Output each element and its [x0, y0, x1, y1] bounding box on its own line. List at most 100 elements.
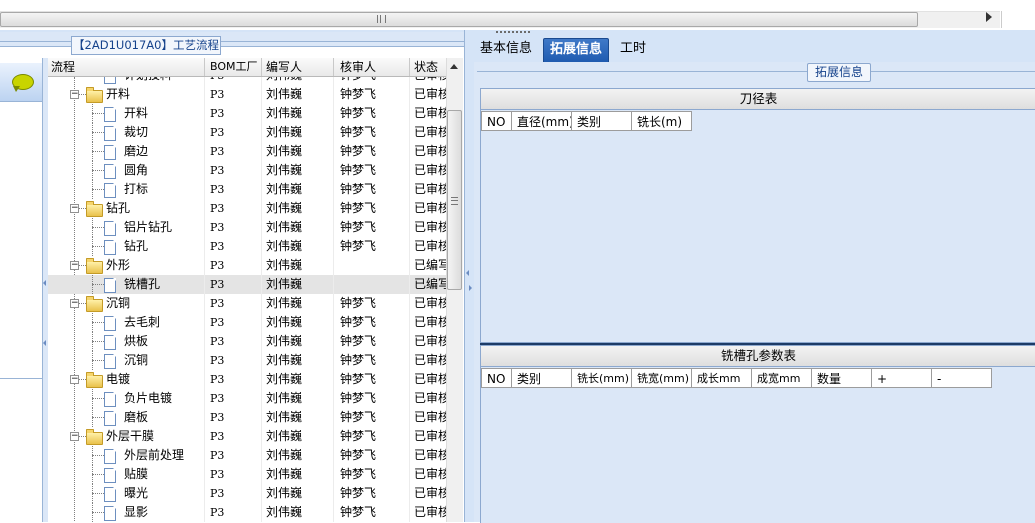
collapse-icon[interactable]: − — [70, 204, 79, 213]
table-row[interactable]: 贴膜 P3 刘伟巍 钟梦飞 已审核 — [48, 465, 446, 484]
col-diameter[interactable]: 直径(mm) — [512, 111, 572, 131]
tab-work-hours[interactable]: 工时 — [614, 38, 652, 62]
tree-connector-line — [92, 455, 104, 456]
tab-extended-info[interactable]: 拓展信息 — [543, 38, 610, 62]
col-category[interactable]: 类别 — [512, 368, 572, 388]
slot-table-header: NO 类别 铣长(mm) 铣宽(mm) 成长mm 成宽mm 数量 + - — [481, 368, 992, 388]
column-header-status[interactable]: 状态 — [410, 58, 446, 76]
tool-table-caption: 刀径表 — [481, 89, 1035, 110]
bom-cell: P3 — [205, 484, 262, 503]
tree-folder-row[interactable]: − 电镀 P3 刘伟巍 钟梦飞 已审核 — [48, 370, 446, 389]
document-icon — [104, 221, 116, 236]
collapse-icon[interactable]: − — [70, 375, 79, 384]
tree-label: 曝光 — [124, 486, 149, 500]
folder-icon — [86, 372, 103, 388]
checker-cell: 钟梦飞 — [334, 161, 410, 180]
col-finished-width[interactable]: 成宽mm — [752, 368, 812, 388]
writer-cell: 刘伟巍 — [262, 275, 334, 294]
tree-cell: − 外层干膜 — [48, 427, 205, 446]
collapse-icon[interactable]: − — [70, 432, 79, 441]
group-border — [477, 71, 1035, 72]
writer-cell: 刘伟巍 — [262, 313, 334, 332]
column-header-bom-factory[interactable]: BOM工厂 — [205, 58, 262, 76]
col-no[interactable]: NO — [481, 368, 512, 388]
bom-cell: P3 — [205, 104, 262, 123]
tree-folder-row[interactable]: − 钻孔 P3 刘伟巍 钟梦飞 已审核 — [48, 199, 446, 218]
remove-button[interactable]: - — [932, 368, 992, 388]
bom-cell: P3 — [205, 446, 262, 465]
collapse-icon[interactable]: − — [70, 299, 79, 308]
column-header-checker[interactable]: 核审人 — [334, 58, 410, 76]
table-row[interactable]: 裁切 P3 刘伟巍 钟梦飞 已审核 — [48, 123, 446, 142]
table-row[interactable]: 曝光 P3 刘伟巍 钟梦飞 已审核 — [48, 484, 446, 503]
checker-cell: 钟梦飞 — [334, 484, 410, 503]
checker-cell: 钟梦飞 — [334, 237, 410, 256]
table-row[interactable]: 沉铜 P3 刘伟巍 钟梦飞 已审核 — [48, 351, 446, 370]
tree-cell: 沉铜 — [48, 351, 205, 370]
splitter-left-arrow-icon[interactable] — [466, 270, 469, 276]
col-category[interactable]: 类别 — [572, 111, 632, 131]
table-row[interactable]: 负片电镀 P3 刘伟巍 钟梦飞 已审核 — [48, 389, 446, 408]
table-row[interactable]: 圆角 P3 刘伟巍 钟梦飞 已审核 — [48, 161, 446, 180]
col-finished-length[interactable]: 成长mm — [692, 368, 752, 388]
table-row[interactable]: 去毛刺 P3 刘伟巍 钟梦飞 已审核 — [48, 313, 446, 332]
status-cell: 已审核 — [410, 77, 446, 85]
add-button[interactable]: + — [872, 368, 932, 388]
status-cell: 已审核 — [414, 315, 446, 329]
col-quantity[interactable]: 数量 — [812, 368, 872, 388]
tree-label: 开料 — [124, 106, 149, 120]
bom-cell: P3 — [205, 408, 262, 427]
collapse-left-arrow-icon-2[interactable] — [43, 340, 46, 346]
table-row-partial[interactable]: 计划投料 P3 刘伟巍 钟梦飞 已审核 — [48, 77, 446, 85]
table-row[interactable]: 磨板 P3 刘伟巍 钟梦飞 已审核 — [48, 408, 446, 427]
folder-icon — [86, 429, 103, 445]
col-mill-length[interactable]: 铣长(m) — [632, 111, 692, 131]
col-no[interactable]: NO — [481, 111, 512, 131]
collapse-icon[interactable]: − — [70, 90, 79, 99]
table-row[interactable]: 显影 P3 刘伟巍 钟梦飞 已审核 — [48, 503, 446, 522]
bom-cell: P3 — [205, 294, 262, 313]
table-row[interactable]: 磨边 P3 刘伟巍 钟梦飞 已审核 — [48, 142, 446, 161]
bom-cell: P3 — [205, 256, 262, 275]
splitter-right-arrow-icon[interactable] — [469, 285, 472, 291]
checker-cell: 钟梦飞 — [334, 77, 410, 85]
column-header-writer[interactable]: 编写人 — [262, 58, 334, 76]
tree-folder-row[interactable]: − 开料 P3 刘伟巍 钟梦飞 已审核 — [48, 85, 446, 104]
table-row[interactable]: 钻孔 P3 刘伟巍 钟梦飞 已审核 — [48, 237, 446, 256]
slot-param-table: 铣槽孔参数表 NO 类别 铣长(mm) 铣宽(mm) 成长mm 成宽mm 数量 … — [480, 345, 1035, 523]
table-row[interactable]: 铝片钻孔 P3 刘伟巍 钟梦飞 已审核 — [48, 218, 446, 237]
document-icon — [104, 506, 116, 521]
tree-label: 负片电镀 — [124, 391, 173, 405]
document-icon — [104, 354, 116, 369]
tree-folder-row[interactable]: − 外层干膜 P3 刘伟巍 钟梦飞 已审核 — [48, 427, 446, 446]
tree-label: 外层前处理 — [124, 448, 185, 462]
tree-label: 开料 — [106, 87, 131, 101]
tree-connector-line — [92, 493, 104, 494]
tree-connector-line — [92, 132, 104, 133]
folder-icon — [86, 87, 103, 103]
tree-folder-row[interactable]: − 沉铜 P3 刘伟巍 钟梦飞 已审核 — [48, 294, 446, 313]
document-icon — [104, 468, 116, 483]
table-row[interactable]: 烘板 P3 刘伟巍 钟梦飞 已审核 — [48, 332, 446, 351]
col-mill-width[interactable]: 铣宽(mm) — [632, 368, 692, 388]
column-header-flow[interactable]: 流程 — [48, 58, 205, 76]
document-icon — [104, 164, 116, 179]
scroll-up-arrow-icon[interactable] — [450, 64, 458, 69]
collapse-icon[interactable]: − — [70, 261, 79, 270]
col-mill-length[interactable]: 铣长(mm) — [572, 368, 632, 388]
table-row[interactable]: 铣槽孔 P3 刘伟巍 已编写 — [48, 275, 446, 294]
drag-grip-icon[interactable] — [496, 31, 530, 36]
document-icon — [104, 316, 116, 331]
table-row[interactable]: 打标 P3 刘伟巍 钟梦飞 已审核 — [48, 180, 446, 199]
table-row[interactable]: 外层前处理 P3 刘伟巍 钟梦飞 已审核 — [48, 446, 446, 465]
horizontal-scrollbar-thumb[interactable] — [0, 12, 918, 27]
tree-folder-row[interactable]: − 外形 P3 刘伟巍 已编写 — [48, 256, 446, 275]
table-row[interactable]: 开料 P3 刘伟巍 钟梦飞 已审核 — [48, 104, 446, 123]
tab-basic-info[interactable]: 基本信息 — [474, 38, 538, 62]
tree-cell: 外层前处理 — [48, 446, 205, 465]
tree-label: 计划投料 — [124, 77, 172, 85]
status-cell: 已审核 — [414, 429, 446, 443]
collapse-left-arrow-icon[interactable] — [43, 280, 46, 286]
tree-cell: − 外形 — [48, 256, 205, 275]
scroll-right-arrow-icon[interactable] — [986, 12, 992, 22]
